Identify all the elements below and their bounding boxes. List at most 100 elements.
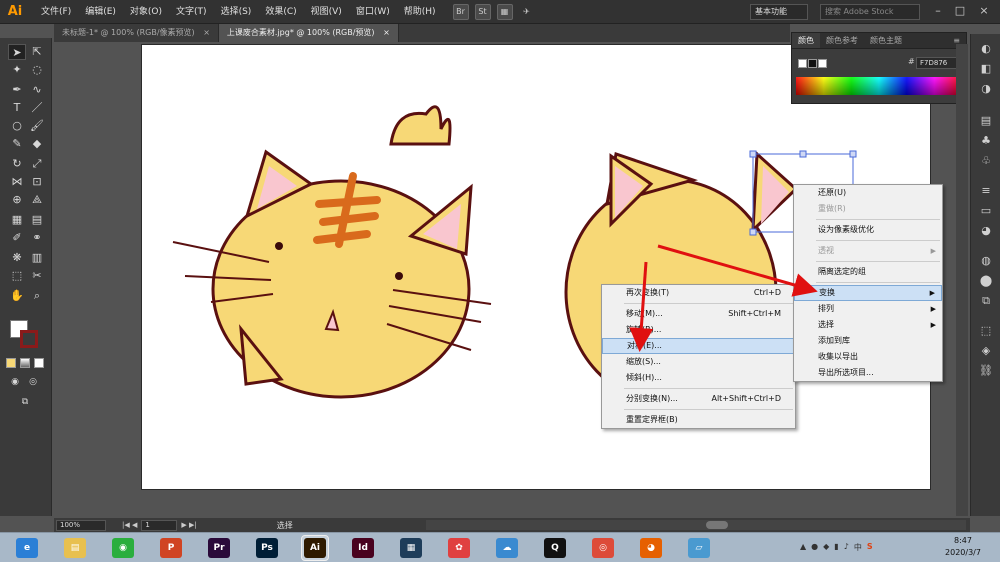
sogou-icon[interactable]: S — [867, 542, 873, 554]
arrange-documents-icon[interactable]: ▦ — [496, 3, 513, 20]
menu-item[interactable]: 文件(F) — [34, 0, 78, 24]
artboard-tool-icon[interactable]: ⬚ — [8, 268, 26, 284]
tab-color[interactable]: 颜色 — [792, 33, 820, 48]
symbol-sprayer-tool-icon[interactable]: ❋ — [8, 250, 26, 266]
rotate-tool-icon[interactable]: ↻ — [8, 156, 26, 172]
tab-close-icon[interactable]: × — [383, 28, 390, 37]
tab-document-1[interactable]: 未标题-1* @ 100% (RGB/像素预览) × — [54, 24, 219, 42]
context-menu-item[interactable]: 变换 ▶ — [794, 285, 942, 301]
asset-export-icon[interactable]: ⧉ — [978, 294, 994, 308]
system-clock[interactable]: 8:47 2020/3/7 — [930, 535, 996, 559]
context-menu-item[interactable]: 倾斜(H)... — [602, 370, 795, 386]
color-mode-icon[interactable] — [6, 358, 16, 368]
draw-normal-icon[interactable]: ◉ — [6, 374, 24, 390]
stock-icon[interactable]: St — [474, 3, 491, 20]
free-transform-tool-icon[interactable]: ⊡ — [28, 174, 46, 190]
tab-color-themes[interactable]: 颜色主题 — [864, 33, 908, 48]
cat-illustration-left[interactable] — [172, 105, 492, 399]
eraser-tool-icon[interactable]: ◆ — [28, 136, 46, 152]
pen-tool-icon[interactable]: ✒ — [8, 82, 26, 98]
menu-item[interactable]: 编辑(E) — [78, 0, 123, 24]
context-menu-item[interactable]: 选择 ▶ — [794, 317, 942, 333]
context-menu-item[interactable]: 重置定界框(B) — [602, 412, 795, 428]
gpu-performance-icon[interactable]: ✈ — [519, 4, 535, 20]
artboards-icon[interactable]: ⬚ — [978, 324, 994, 338]
appearance-icon[interactable]: ◍ — [978, 254, 994, 268]
video-app[interactable]: ▦ — [398, 536, 424, 560]
menu-item[interactable]: 窗口(W) — [349, 0, 397, 24]
lasso-tool-icon[interactable]: ◌ — [28, 62, 46, 78]
blend-tool-icon[interactable]: ⚭ — [28, 230, 46, 246]
color-guide-icon[interactable]: ◧ — [978, 62, 994, 76]
chrome-app[interactable]: ◎ — [590, 536, 616, 560]
tab-document-2[interactable]: 上课废合素材.jpg* @ 100% (RGB/预览) × — [218, 24, 399, 42]
context-menu-item[interactable]: 缩放(S)... — [602, 354, 795, 370]
black-swatch[interactable] — [808, 59, 817, 68]
color-themes-icon[interactable]: ◑ — [978, 82, 994, 96]
photoshop-app[interactable]: Ps — [254, 536, 280, 560]
menu-item[interactable]: 效果(C) — [258, 0, 303, 24]
browser-app[interactable]: e — [14, 536, 40, 560]
explorer-app[interactable]: ▤ — [62, 536, 88, 560]
indesign-app[interactable]: Id — [350, 536, 376, 560]
premiere-app[interactable]: Pr — [206, 536, 232, 560]
wechat-app[interactable]: ◉ — [110, 536, 136, 560]
scale-tool-icon[interactable]: ⤢ — [28, 156, 46, 172]
fill-indicator[interactable] — [798, 59, 807, 68]
symbols-icon[interactable]: ♣ — [978, 134, 994, 148]
tray-app-icon[interactable]: ● — [811, 542, 818, 554]
gradient-tool-icon[interactable]: ▤ — [28, 212, 46, 228]
slice-tool-icon[interactable]: ✂ — [28, 268, 46, 284]
white-swatch[interactable] — [818, 59, 827, 68]
illustrator-app[interactable]: Ai — [301, 535, 329, 561]
network-app[interactable]: ☁ — [494, 536, 520, 560]
notes-app[interactable]: ▱ — [686, 536, 712, 560]
tray-app-icon[interactable]: ◆ — [823, 542, 829, 554]
maximize-icon[interactable]: □ — [950, 2, 970, 20]
libraries-icon[interactable]: ▤ — [978, 114, 994, 128]
column-graph-tool-icon[interactable]: ▥ — [28, 250, 46, 266]
minimize-icon[interactable]: – — [928, 2, 948, 20]
shaper-tool-icon[interactable]: ✎ — [8, 136, 26, 152]
gradient-mode-icon[interactable] — [20, 358, 30, 368]
layers-icon[interactable]: ◈ — [978, 344, 994, 358]
vertical-scrollbar[interactable] — [956, 44, 968, 516]
context-menu-item[interactable]: 移动(M)... Shift+Ctrl+M — [602, 306, 795, 322]
line-tool-icon[interactable]: ／ — [28, 100, 46, 116]
draw-behind-icon[interactable]: ◎ — [24, 374, 42, 390]
perspective-grid-tool-icon[interactable]: ⟁ — [28, 192, 46, 208]
menu-item[interactable]: 选择(S) — [214, 0, 259, 24]
magic-wand-tool-icon[interactable]: ✦ — [8, 62, 26, 78]
links-icon[interactable]: ⛓ — [978, 364, 994, 378]
brushes-icon[interactable]: ♧ — [978, 154, 994, 168]
context-menu-item[interactable]: 旋转(R)... — [602, 322, 795, 338]
direct-selection-tool-icon[interactable]: ⇱ — [28, 44, 46, 60]
paintbrush-tool-icon[interactable]: 🖌 — [28, 118, 46, 134]
stroke-icon[interactable]: ≡ — [978, 184, 994, 198]
width-tool-icon[interactable]: ⋈ — [8, 174, 26, 190]
firefox-app[interactable]: ◕ — [638, 536, 664, 560]
context-menu-item[interactable]: 对称(E)... — [602, 338, 795, 354]
context-menu-item[interactable]: 导出所选项目... — [794, 365, 942, 381]
menu-item[interactable]: 视图(V) — [304, 0, 349, 24]
color-panel-icon[interactable]: ◐ — [978, 42, 994, 56]
gradient-icon[interactable]: ▭ — [978, 204, 994, 218]
horizontal-scrollbar[interactable] — [426, 520, 966, 530]
mesh-tool-icon[interactable]: ▦ — [8, 212, 26, 228]
stroke-swatch[interactable] — [20, 330, 38, 348]
curvature-tool-icon[interactable]: ∿ — [28, 82, 46, 98]
menu-item[interactable]: 帮助(H) — [397, 0, 443, 24]
stock-search-input[interactable]: 搜索 Adobe Stock — [820, 4, 920, 20]
context-menu-item[interactable]: 设为像素级优化 — [794, 222, 942, 238]
hand-tool-icon[interactable]: ✋ — [8, 288, 26, 304]
ellipse-tool-icon[interactable]: ○ — [8, 118, 26, 134]
context-menu-item[interactable]: 隔离选定的组 — [794, 264, 942, 280]
selection-tool-icon[interactable]: ➤ — [8, 44, 26, 60]
type-tool-icon[interactable]: T — [8, 100, 26, 116]
tab-color-guide[interactable]: 颜色参考 — [820, 33, 864, 48]
photos-app[interactable]: ✿ — [446, 536, 472, 560]
powerpoint-app[interactable]: P — [158, 536, 184, 560]
workspace-switcher[interactable]: 基本功能 — [750, 4, 808, 20]
context-menu-item[interactable]: 添加到库 — [794, 333, 942, 349]
context-menu-item[interactable]: 还原(U) — [794, 185, 942, 201]
